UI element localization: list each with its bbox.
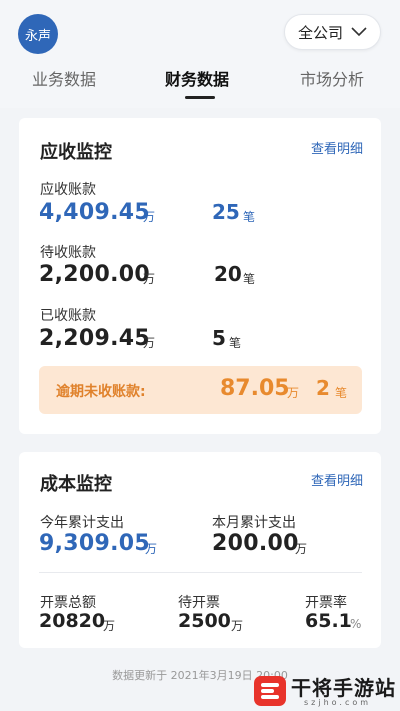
invoice-total-value: 20820	[39, 610, 106, 632]
overdue-count: 2	[316, 376, 330, 400]
month-spend-amount: 200.00	[212, 531, 299, 556]
receivables-title: 应收监控	[40, 142, 112, 163]
watermark-url: szjho.com	[304, 698, 372, 707]
invoice-pending-value: 2500	[178, 610, 231, 632]
month-spend-label: 本月累计支出	[212, 515, 296, 531]
month-spend-unit: 万	[295, 542, 308, 556]
overdue-amount-unit: 万	[287, 386, 300, 400]
cost-title: 成本监控	[40, 474, 112, 495]
tab-finance-data[interactable]: 财务数据	[165, 66, 229, 90]
received-count-unit: 笔	[229, 336, 242, 350]
pending-amount-unit: 万	[143, 272, 156, 286]
receivable-count-unit: 笔	[243, 210, 256, 224]
received-count: 5	[212, 326, 226, 350]
company-avatar[interactable]: 永声	[18, 14, 58, 54]
watermark: 干将手游站 szjho.com	[246, 668, 398, 711]
invoice-pending-label: 待开票	[178, 595, 220, 611]
receivable-amount: 4,409.45	[39, 200, 150, 225]
pending-count: 20	[214, 262, 242, 286]
cost-detail-link[interactable]: 查看明细	[311, 470, 363, 489]
receivable-label: 应收账款	[40, 182, 96, 198]
cost-divider	[39, 572, 362, 573]
pending-count-unit: 笔	[243, 272, 256, 286]
company-selector[interactable]: 全公司	[284, 14, 381, 50]
overdue-amount: 87.05	[220, 376, 290, 401]
top-header: 永声 全公司 业务数据 财务数据 市场分析	[0, 0, 400, 108]
year-spend-label: 今年累计支出	[40, 515, 124, 531]
invoice-pending-unit: 万	[231, 619, 244, 633]
invoice-total-label: 开票总额	[40, 595, 96, 611]
tab-market-analysis[interactable]: 市场分析	[300, 66, 364, 90]
tab-bar: 业务数据 财务数据 市场分析	[0, 66, 400, 106]
invoice-rate-label: 开票率	[305, 595, 347, 611]
tab-business-data[interactable]: 业务数据	[32, 66, 96, 90]
cost-card: 成本监控 查看明细 今年累计支出 9,309.05 万 本月累计支出 200.0…	[19, 452, 381, 648]
invoice-total-unit: 万	[103, 619, 116, 633]
receivables-card: 应收监控 查看明细 应收账款 4,409.45 万 25 笔 待收账款 2,20…	[19, 118, 381, 434]
company-selector-label: 全公司	[297, 23, 343, 42]
receivable-count: 25	[212, 200, 240, 224]
received-label: 已收账款	[40, 308, 96, 324]
invoice-rate-unit: %	[350, 617, 362, 631]
pending-label: 待收账款	[40, 245, 96, 261]
chevron-down-icon	[351, 27, 367, 37]
receivable-amount-unit: 万	[143, 210, 156, 224]
received-amount-unit: 万	[143, 336, 156, 350]
overdue-label: 逾期未收账款:	[56, 384, 146, 400]
pending-amount: 2,200.00	[39, 262, 150, 287]
invoice-rate-value: 65.1	[305, 610, 352, 632]
year-spend-unit: 万	[145, 542, 158, 556]
receivables-detail-link[interactable]: 查看明细	[311, 138, 363, 157]
watermark-text: 干将手游站	[291, 676, 396, 700]
watermark-logo-icon	[254, 676, 286, 706]
overdue-count-unit: 笔	[335, 386, 348, 400]
received-amount: 2,209.45	[39, 326, 150, 351]
year-spend-amount: 9,309.05	[39, 531, 150, 556]
active-tab-indicator	[185, 96, 215, 99]
overdue-banner[interactable]: 逾期未收账款: 87.05 万 2 笔	[39, 366, 362, 414]
